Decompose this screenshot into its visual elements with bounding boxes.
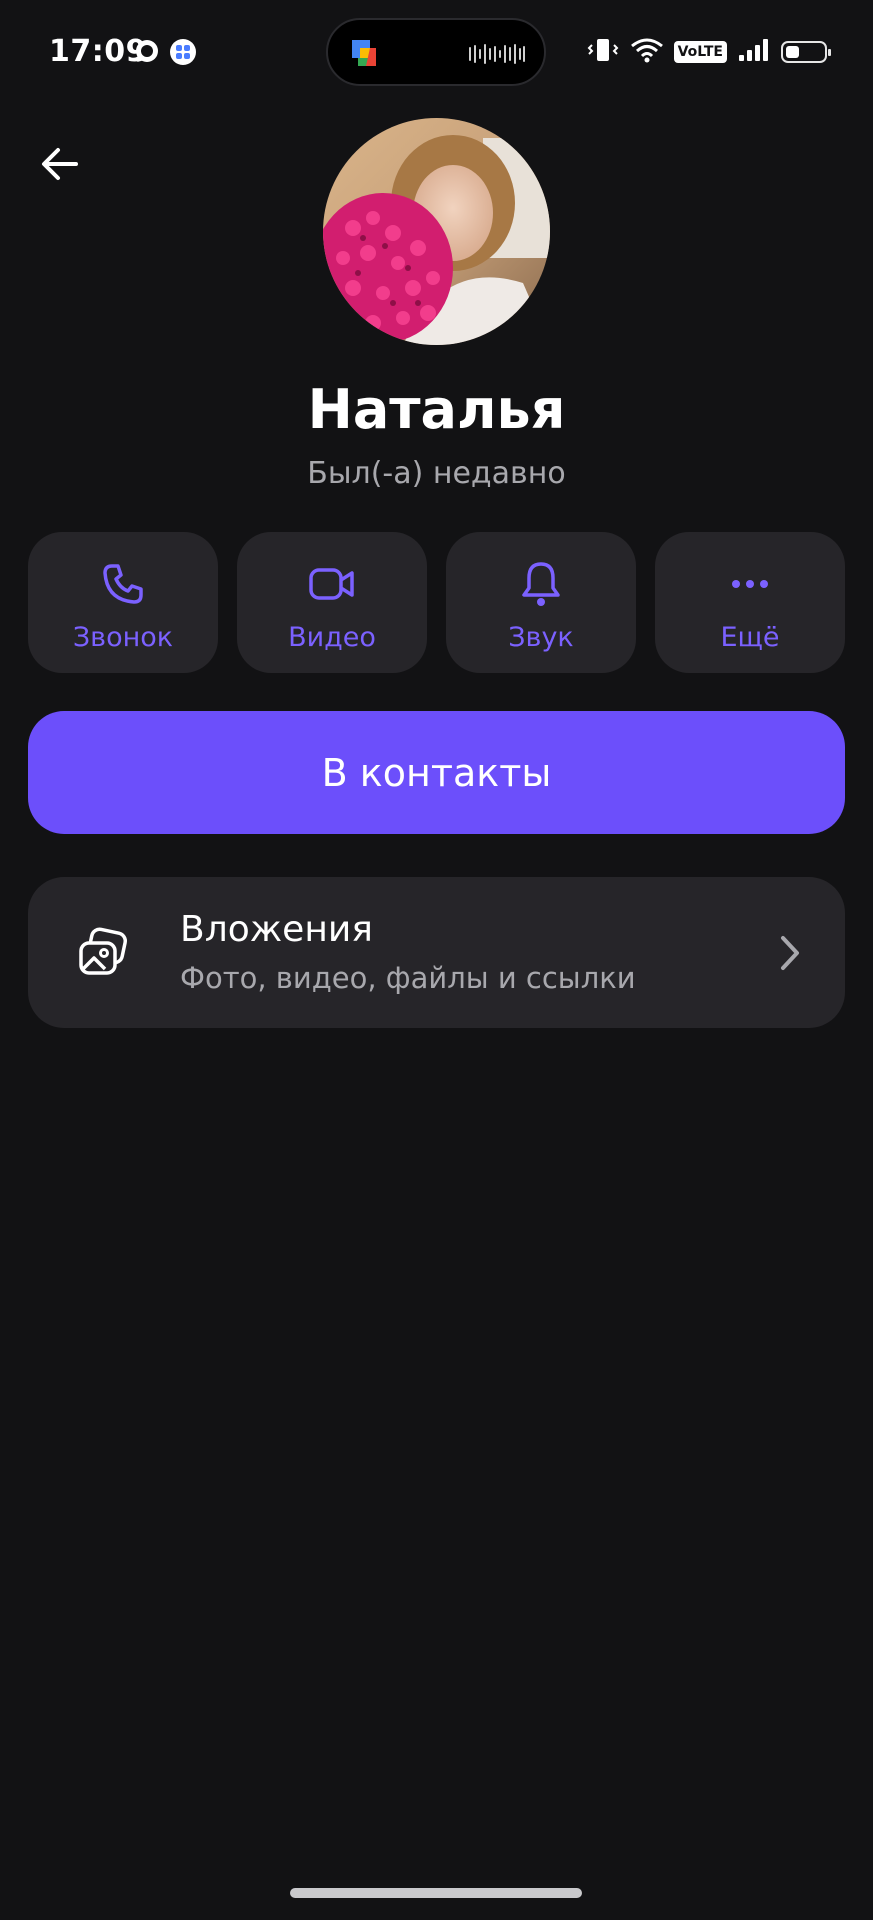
more-button[interactable]: Ещё [655,532,845,673]
more-label: Ещё [720,622,780,653]
last-seen-status: Был(-а) недавно [307,456,566,491]
vibrate-icon [586,36,620,68]
system-status-icons: VoLTE [586,36,831,68]
app-grid-icon [169,38,197,70]
audio-wave-icon [468,42,526,70]
avatar-photo [323,118,550,345]
arrow-left-icon [42,148,78,180]
volte-badge: VoLTE [673,41,727,63]
sound-label: Звук [508,622,574,653]
play-games-icon [346,36,380,74]
attachments-subtitle: Фото, видео, файлы и ссылки [180,961,636,995]
video-icon [306,558,358,610]
bell-icon [515,558,567,610]
battery-icon [781,41,831,63]
chevron-right-icon [769,930,809,980]
attachments-row[interactable]: Вложения Фото, видео, файлы и ссылки [28,877,845,1028]
gallery-icon [76,925,132,985]
call-label: Звонок [72,622,174,653]
wifi-icon [630,36,664,68]
back-button[interactable] [36,138,88,190]
dynamic-island [326,18,546,86]
attachments-title: Вложения [180,909,373,950]
phone-icon [97,558,149,610]
chat-bubble-icon [133,38,161,70]
add-to-contacts-button[interactable]: В контакты [28,711,845,834]
video-label: Видео [288,622,376,653]
call-button[interactable]: Звонок [28,532,218,673]
sound-button[interactable]: Звук [446,532,636,673]
home-indicator[interactable] [290,1888,582,1898]
contact-name: Наталья [307,378,566,441]
status-bar: 17:09 VoLTE [0,0,873,104]
signal-icon [737,37,771,67]
video-button[interactable]: Видео [237,532,427,673]
notification-icons [133,38,197,70]
avatar[interactable] [323,118,550,345]
battery-level [786,46,799,58]
action-buttons: Звонок Видео Звук Ещё [28,532,845,673]
more-dots-icon [724,558,776,610]
